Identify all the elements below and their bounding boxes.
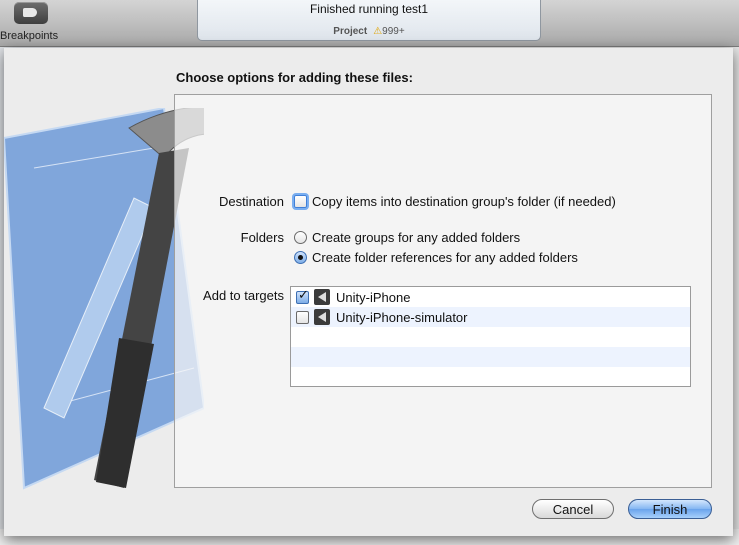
unity-icon: [314, 289, 330, 305]
activity-viewer: Finished running test1 Project ⚠999+: [197, 0, 541, 41]
create-groups-radio[interactable]: [294, 231, 307, 244]
dialog-title: Choose options for adding these files:: [176, 70, 413, 85]
target-name: Unity-iPhone-simulator: [336, 309, 468, 325]
target-name: Unity-iPhone: [336, 289, 411, 305]
empty-row: [291, 347, 690, 367]
create-folder-references-radio[interactable]: [294, 251, 307, 264]
folders-label: Folders: [240, 230, 284, 245]
create-folder-references-label[interactable]: Create folder references for any added f…: [312, 250, 578, 265]
xcode-toolbar: Breakpoints Finished running test1 Proje…: [0, 0, 739, 47]
breakpoints-icon[interactable]: [14, 2, 48, 24]
destination-label: Destination: [218, 194, 284, 209]
activity-title: Finished running test1: [309, 2, 429, 16]
add-to-targets-label: Add to targets: [203, 288, 284, 303]
unity-icon: [314, 309, 330, 325]
activity-status: Project ⚠999+: [198, 26, 540, 37]
finish-button[interactable]: Finish: [628, 499, 712, 519]
copy-items-option[interactable]: Copy items into destination group's fold…: [294, 194, 616, 209]
add-files-sheet: Choose options for adding these files: D…: [4, 48, 733, 536]
create-folder-references-option[interactable]: Create folder references for any added f…: [294, 250, 578, 265]
empty-row: [291, 367, 690, 387]
target-row[interactable]: Unity-iPhone-simulator: [291, 307, 690, 327]
target-checkbox-unity-iphone-simulator[interactable]: [296, 310, 309, 324]
empty-row: [291, 327, 690, 347]
target-checkbox-unity-iphone[interactable]: [296, 288, 309, 304]
cancel-button[interactable]: Cancel: [532, 499, 614, 519]
create-groups-label[interactable]: Create groups for any added folders: [312, 230, 520, 245]
create-groups-option[interactable]: Create groups for any added folders: [294, 230, 520, 245]
breakpoints-label: Breakpoints: [0, 30, 59, 42]
warning-icon[interactable]: ⚠: [373, 26, 382, 37]
targets-list[interactable]: Unity-iPhone Unity-iPhone-simulator: [290, 286, 691, 387]
copy-items-label[interactable]: Copy items into destination group's fold…: [312, 194, 616, 209]
warning-count[interactable]: 999+: [382, 26, 405, 37]
target-row[interactable]: Unity-iPhone: [291, 287, 690, 307]
copy-items-checkbox[interactable]: [294, 195, 307, 208]
project-label: Project: [333, 26, 368, 37]
